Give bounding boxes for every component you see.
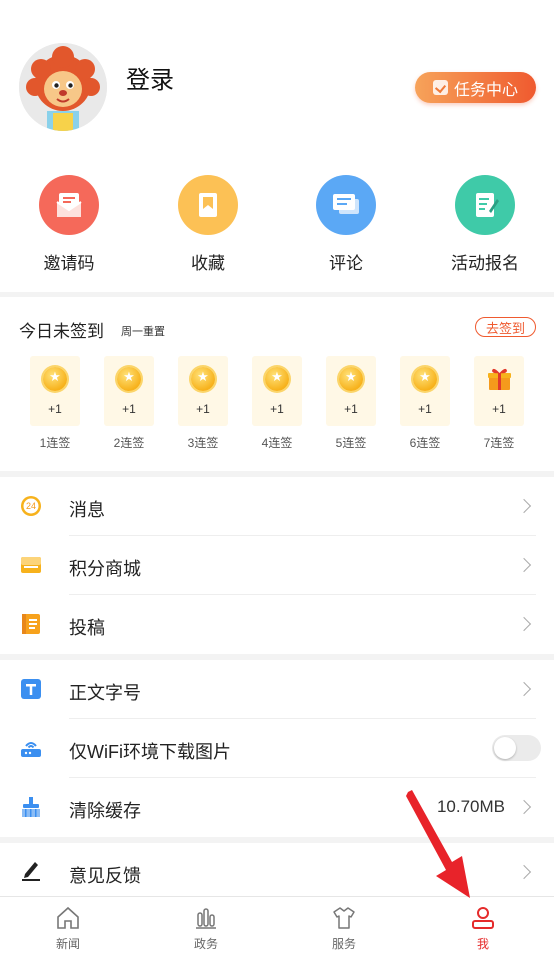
signin-day-label: 2连签 [113,436,145,450]
signin-subtitle: 周一重置 [121,326,165,338]
tab-label: 服务 [331,937,356,951]
signin-day: +1 5连签 [326,356,376,451]
tab-label: 新闻 [55,937,80,951]
signin-day: +1 6连签 [400,356,450,451]
signin-day: +1 4连签 [252,356,302,451]
tab-me[interactable]: 我 [443,905,523,952]
coin-icon [265,367,289,391]
menu-group-main: 24 消息 积分商城 投稿 [0,477,554,654]
tab-label: 政务 [193,937,218,951]
favorites-label: 收藏 [191,254,225,273]
signin-title: 今日未签到 [19,322,104,341]
bookmark-icon [178,175,238,235]
tab-services[interactable]: 服务 [304,905,384,952]
menu-item-clear-cache[interactable]: 清除缓存 10.70MB [0,778,554,837]
invite-code-button[interactable]: 邀请码 [9,175,129,274]
menu-item-submit[interactable]: 投稿 [0,595,554,654]
gift-icon [488,368,511,390]
menu-group-feedback: 意见反馈 [0,843,554,896]
signin-day-label: 7连签 [483,436,515,450]
signin-reward: +1 [418,402,432,416]
signin-day-label: 3连签 [187,436,219,450]
menu-item-label: 仅WiFi环境下载图片 [69,742,231,762]
bottom-tab-bar: 新闻 政务 服务 我 [0,896,554,955]
home-icon [57,906,79,929]
signin-day-label: 4连签 [261,436,293,450]
signin-day-label: 6连签 [409,436,441,450]
signin-reward: +1 [344,402,358,416]
signin-reward: +1 [270,402,284,416]
lion-mascot-icon [19,43,107,131]
signin-day-label: 1连签 [39,436,71,450]
message-badge-count: 24 [25,501,36,511]
chevron-right-icon [516,681,532,697]
pencil-icon [22,862,40,881]
comments-button[interactable]: 评论 [286,175,406,274]
comments-label: 评论 [329,254,363,273]
comment-icon [316,175,376,235]
event-signup-button[interactable]: 活动报名 [425,175,545,274]
menu-item-points-mall[interactable]: 积分商城 [0,536,554,595]
coin-icon [191,367,215,391]
toggle-knob [494,737,516,759]
bar-chart-icon [196,908,216,929]
invite-code-label: 邀请码 [43,254,95,273]
task-check-icon [432,80,448,95]
person-icon [472,907,494,929]
signin-card: 今日未签到 周一重置 去签到 +1 1连签 +1 2连签 +1 3连签 +1 4… [0,297,554,471]
tab-news[interactable]: 新闻 [28,905,108,952]
chevron-right-icon [516,616,532,632]
chevron-right-icon [516,557,532,573]
profile-header: 登录 任务中心 邀请码 收藏 评论 活动报名 [0,0,554,292]
coin-icon [413,367,437,391]
menu-item-feedback[interactable]: 意见反馈 [0,843,554,902]
shirt-icon [333,907,355,929]
form-icon [455,175,515,235]
signin-day: +1 2连签 [104,356,154,451]
signin-reward: +1 [122,402,136,416]
cache-size-value: 10.70MB [436,797,505,816]
signin-day: +1 1连签 [30,356,80,451]
signin-day: +1 3连签 [178,356,228,451]
document-icon [22,614,40,634]
menu-item-wifi-images: 仅WiFi环境下载图片 [0,719,554,778]
tab-label: 我 [476,937,489,951]
task-center-label: 任务中心 [453,81,518,99]
go-signin-button[interactable]: 去签到 [475,317,536,337]
menu-item-label: 意见反馈 [69,866,141,886]
menu-item-label: 消息 [69,500,105,520]
chevron-right-icon [516,864,532,880]
text-size-icon [21,679,41,699]
coin-icon [339,367,363,391]
task-center-button[interactable]: 任务中心 [415,72,536,103]
chevron-right-icon [516,799,532,815]
signin-reward: +1 [492,402,506,416]
favorites-button[interactable]: 收藏 [148,175,268,274]
coin-icon [117,367,141,391]
menu-item-messages[interactable]: 24 消息 [0,477,554,536]
shop-icon [21,557,41,573]
menu-item-label: 清除缓存 [69,801,141,821]
wifi-only-toggle[interactable] [492,735,541,761]
chevron-right-icon [516,498,532,514]
signin-day-label: 5连签 [335,436,367,450]
event-signup-label: 活动报名 [451,254,519,273]
menu-item-label: 正文字号 [69,683,141,703]
broom-icon [22,797,40,817]
envelope-icon [39,175,99,235]
signin-day: +1 7连签 [474,356,524,451]
signin-reward: +1 [48,402,62,416]
menu-group-settings: 正文字号 仅WiFi环境下载图片 清除缓存 10.70MB [0,660,554,837]
wifi-router-icon [21,742,41,757]
coin-icon [43,367,67,391]
signin-reward: +1 [196,402,210,416]
menu-item-label: 投稿 [69,618,105,638]
login-link[interactable]: 登录 [126,60,174,95]
menu-item-label: 积分商城 [69,559,141,579]
tab-government[interactable]: 政务 [166,905,246,952]
avatar[interactable] [19,43,107,131]
menu-item-font-size[interactable]: 正文字号 [0,660,554,719]
